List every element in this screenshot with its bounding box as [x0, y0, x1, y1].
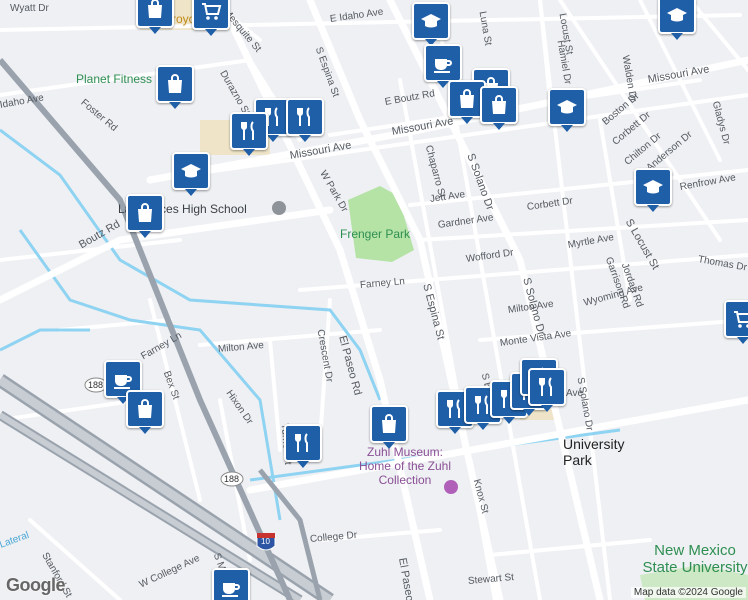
place-label-zuhl-museum: Zuhl Museum: Home of the Zuhl Collection [358, 445, 452, 487]
street-label: Ave [566, 388, 584, 399]
route-188-b-label: 188 [224, 474, 240, 484]
shopping-cart-icon [734, 311, 748, 328]
map-data-attribution[interactable]: Map data ©2024 Google [630, 587, 746, 598]
fork-knife-icon [295, 433, 308, 452]
poi-marker-restaurant[interactable] [528, 368, 566, 412]
route-i10-label: 10 [261, 537, 270, 546]
graduation-cap-icon [557, 100, 577, 114]
shopping-cart-icon [202, 3, 222, 20]
school-place-icon [272, 201, 286, 215]
place-label-planet-fitness: Planet Fitness [76, 72, 153, 86]
poi-marker-shopping[interactable] [156, 65, 194, 109]
fork-knife-icon [241, 121, 254, 140]
place-label-university-park: University Park [563, 436, 625, 468]
poi-marker-cafe[interactable] [212, 568, 250, 600]
poi-marker-restaurant[interactable] [286, 98, 324, 142]
poi-marker-shopping[interactable] [126, 390, 164, 434]
coffee-cup-icon [222, 583, 240, 597]
poi-marker-school[interactable] [172, 152, 210, 196]
shopping-bag-icon [148, 0, 162, 18]
shopping-bag-icon [138, 399, 152, 418]
place-label-frenger-park: Frenger Park [340, 227, 411, 241]
shopping-bag-icon [138, 203, 152, 222]
map-view[interactable]: 188 188 10 Wyatt Dr Mesquite St E Idaho … [0, 0, 748, 600]
shopping-bag-icon [382, 414, 396, 433]
street-label: Wyatt Dr [10, 3, 49, 14]
frenger-park-area [348, 186, 414, 262]
fork-knife-icon [539, 377, 552, 396]
route-188-a-label: 188 [88, 380, 104, 390]
coffee-cup-icon [434, 59, 452, 73]
graduation-cap-icon [643, 180, 663, 194]
poi-marker-shopping[interactable] [126, 194, 164, 238]
poi-marker-shopping[interactable] [370, 405, 408, 449]
shopping-bag-icon [460, 89, 474, 108]
coffee-cup-icon [114, 375, 132, 389]
fork-knife-icon [297, 107, 310, 126]
graduation-cap-icon [667, 8, 687, 22]
poi-marker-shopping[interactable] [724, 300, 748, 344]
poi-marker-cafe[interactable] [424, 44, 462, 88]
place-label-nmsu: New Mexico State University [642, 542, 748, 576]
poi-marker-shopping[interactable] [192, 0, 230, 36]
poi-marker-restaurant[interactable] [284, 424, 322, 468]
poi-marker-school[interactable] [658, 0, 696, 40]
poi-marker-school[interactable] [634, 168, 672, 212]
shopping-bag-icon [492, 95, 506, 114]
poi-marker-shopping[interactable] [480, 86, 518, 130]
poi-marker-school[interactable] [412, 2, 450, 46]
poi-marker-restaurant[interactable] [230, 112, 268, 156]
shopping-bag-icon [168, 74, 182, 93]
graduation-cap-icon [421, 14, 441, 28]
poi-marker-school[interactable] [548, 88, 586, 132]
google-logo: Google [6, 575, 66, 595]
poi-marker-shopping[interactable] [136, 0, 174, 34]
graduation-cap-icon [181, 164, 201, 178]
